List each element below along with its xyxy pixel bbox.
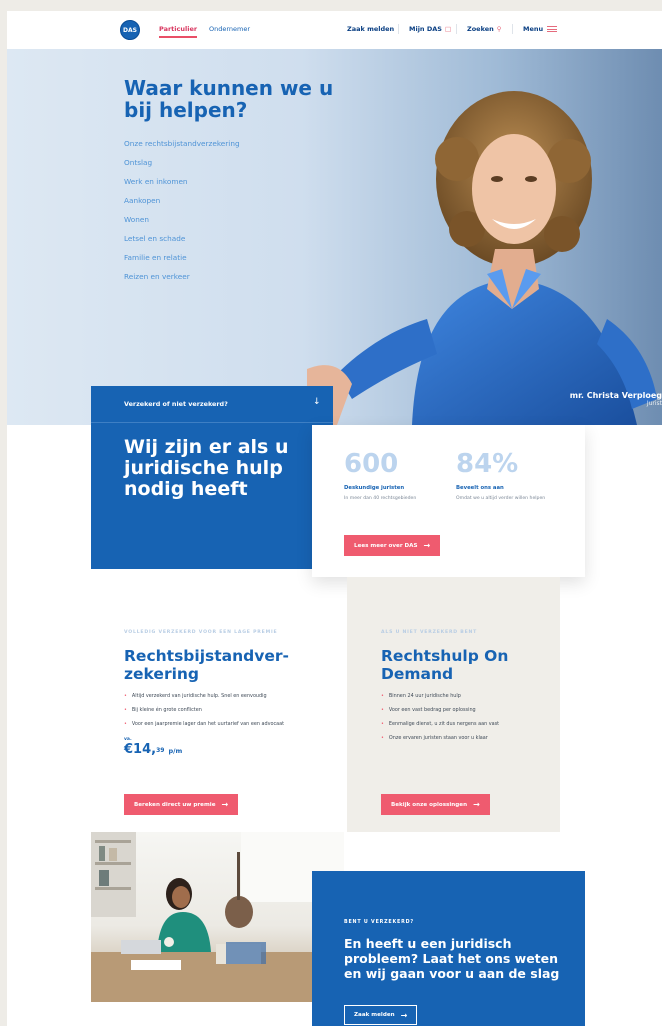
bereken-premie-button[interactable]: Bereken direct uw premie → bbox=[124, 794, 239, 815]
product-kicker: ALS U NIET VERZEKERD BENT bbox=[381, 630, 478, 635]
cta-title: En heeft u een juridisch probleem? Laat … bbox=[344, 936, 560, 981]
product-title: Rechtshulp On Demand bbox=[381, 647, 509, 683]
stat-item: 84% Beveelt ons aan Omdat we u altijd ve… bbox=[456, 450, 566, 501]
hamburger-icon bbox=[547, 26, 558, 32]
benefit-item: Bij kleine én grote conflicten bbox=[124, 707, 304, 721]
price: €14,39 p/m bbox=[124, 742, 304, 759]
page: DAS Particulier Ondernemer Zaak melden M… bbox=[7, 11, 662, 1026]
benefit-item: Voor een jaarpremie lager dan het uurtar… bbox=[124, 721, 304, 735]
caption-name: mr. Christa Verploeg bbox=[569, 391, 662, 400]
benefit-item: Eenmalige dienst, u zit dus nergens aan … bbox=[381, 721, 561, 735]
site-header: DAS Particulier Ondernemer Zaak melden M… bbox=[7, 11, 662, 49]
caption-role: Jurist bbox=[646, 400, 662, 407]
photo-caption: mr. Christa Verploeg Jurist bbox=[570, 391, 662, 407]
hero-title: Waar kunnen we u bij helpen? bbox=[124, 76, 334, 122]
benefit-list: Binnen 24 uur juridische hulp Voor een v… bbox=[381, 693, 561, 749]
photo-illustration bbox=[91, 832, 344, 1002]
arrow-right-icon: → bbox=[423, 541, 431, 550]
cta-kicker: BENT U VERZEKERD? bbox=[344, 920, 414, 925]
intro-title: Wij zijn er als u juridische hulp nodig … bbox=[124, 436, 289, 500]
button-label: Bekijk onze oplossingen bbox=[391, 801, 468, 808]
arrow-down-icon: ↓ bbox=[313, 397, 321, 407]
stat-description: In meer dan 40 rechtsgebieden bbox=[344, 496, 417, 501]
stat-item: 600 Deskundige juristen In meer dan 40 r… bbox=[344, 450, 454, 501]
price-unit: p/m bbox=[168, 747, 183, 755]
product-title: Rechtsbijstandver-zekering bbox=[124, 647, 289, 683]
stat-description: Omdat we u altijd verder willen helpen bbox=[456, 496, 546, 501]
product-kicker: VOLLEDIG VERZEKERD VOOR EEN LAGE PREMIE bbox=[124, 630, 278, 635]
button-label: Zaak melden bbox=[354, 1012, 395, 1018]
on-demand-product: ALS U NIET VERZEKERD BENT Rechtshulp On … bbox=[381, 630, 561, 749]
menu-button[interactable]: Menu bbox=[523, 25, 558, 33]
topic-link[interactable]: Ontslag bbox=[124, 158, 240, 177]
button-label: Bereken direct uw premie bbox=[134, 801, 216, 808]
benefit-item: Binnen 24 uur juridische hulp bbox=[381, 693, 561, 707]
lees-meer-button[interactable]: Lees meer over DAS → bbox=[344, 535, 441, 556]
zoeken-link[interactable]: Zoeken ⚲ bbox=[467, 25, 502, 33]
tab-ondernemer[interactable]: Ondernemer bbox=[209, 25, 250, 33]
topic-link[interactable]: Onze rechtsbijstandverzekering bbox=[124, 139, 240, 158]
stat-number: 600 bbox=[344, 449, 399, 479]
price-cents: 39 bbox=[156, 747, 165, 754]
topic-link[interactable]: Reizen en verkeer bbox=[124, 272, 240, 291]
price-main: €14, bbox=[124, 742, 157, 757]
arrow-right-icon: → bbox=[473, 800, 480, 809]
bekijk-oplossingen-button[interactable]: Bekijk onze oplossingen → bbox=[381, 794, 490, 815]
menu-label: Menu bbox=[523, 25, 544, 33]
zaak-melden-button[interactable]: Zaak melden → bbox=[344, 1005, 418, 1025]
topic-link[interactable]: Werk en inkomen bbox=[124, 177, 240, 196]
topic-link[interactable]: Letsel en schade bbox=[124, 234, 240, 253]
stat-label: Beveelt ons aan bbox=[456, 485, 504, 491]
topic-link[interactable]: Aankopen bbox=[124, 196, 240, 215]
insured-toggle[interactable]: Verzekerd of niet verzekerd? ↓ bbox=[91, 386, 333, 423]
arrow-right-icon: → bbox=[400, 1010, 408, 1020]
button-label: Lees meer over DAS bbox=[354, 542, 418, 549]
insured-question: Verzekerd of niet verzekerd? bbox=[124, 400, 228, 408]
lock-icon: □ bbox=[444, 25, 452, 33]
search-icon: ⚲ bbox=[496, 25, 502, 33]
zaak-melden-link[interactable]: Zaak melden bbox=[347, 25, 394, 33]
mijn-das-link[interactable]: Mijn DAS □ bbox=[409, 25, 451, 33]
topic-list: Onze rechtsbijstandverzekering Ontslag W… bbox=[124, 139, 240, 291]
benefit-item: Onze ervaren juristen staan voor u klaar bbox=[381, 735, 561, 749]
topic-link[interactable]: Wonen bbox=[124, 215, 240, 234]
cta-block: BENT U VERZEKERD? En heeft u een juridis… bbox=[312, 871, 585, 1026]
rechtsbijstand-product: VOLLEDIG VERZEKERD VOOR EEN LAGE PREMIE … bbox=[124, 630, 304, 759]
portrait-photo bbox=[307, 91, 657, 425]
stat-label: Deskundige juristen bbox=[344, 485, 405, 491]
nav-divider bbox=[512, 24, 513, 34]
benefit-item: Altijd verzekerd van juridische hulp. Sn… bbox=[124, 693, 304, 707]
nav-divider bbox=[398, 24, 399, 34]
tab-particulier[interactable]: Particulier bbox=[159, 25, 198, 38]
topic-link[interactable]: Familie en relatie bbox=[124, 253, 240, 272]
benefit-list: Altijd verzekerd van juridische hulp. Sn… bbox=[124, 693, 304, 735]
intro-block: Verzekerd of niet verzekerd? ↓ Wij zijn … bbox=[91, 386, 333, 569]
hero: Waar kunnen we u bij helpen? Onze rechts… bbox=[7, 49, 662, 425]
nav-divider bbox=[456, 24, 457, 34]
das-logo[interactable]: DAS bbox=[120, 20, 140, 40]
stats-card: 600 Deskundige juristen In meer dan 40 r… bbox=[312, 425, 585, 577]
zoeken-label: Zoeken bbox=[467, 25, 494, 33]
woman-at-table-photo bbox=[91, 832, 344, 1002]
benefit-item: Voor een vast bedrag per oplossing bbox=[381, 707, 561, 721]
arrow-right-icon: → bbox=[221, 800, 229, 809]
stat-number: 84% bbox=[456, 449, 519, 479]
mijn-das-label: Mijn DAS bbox=[409, 25, 442, 33]
